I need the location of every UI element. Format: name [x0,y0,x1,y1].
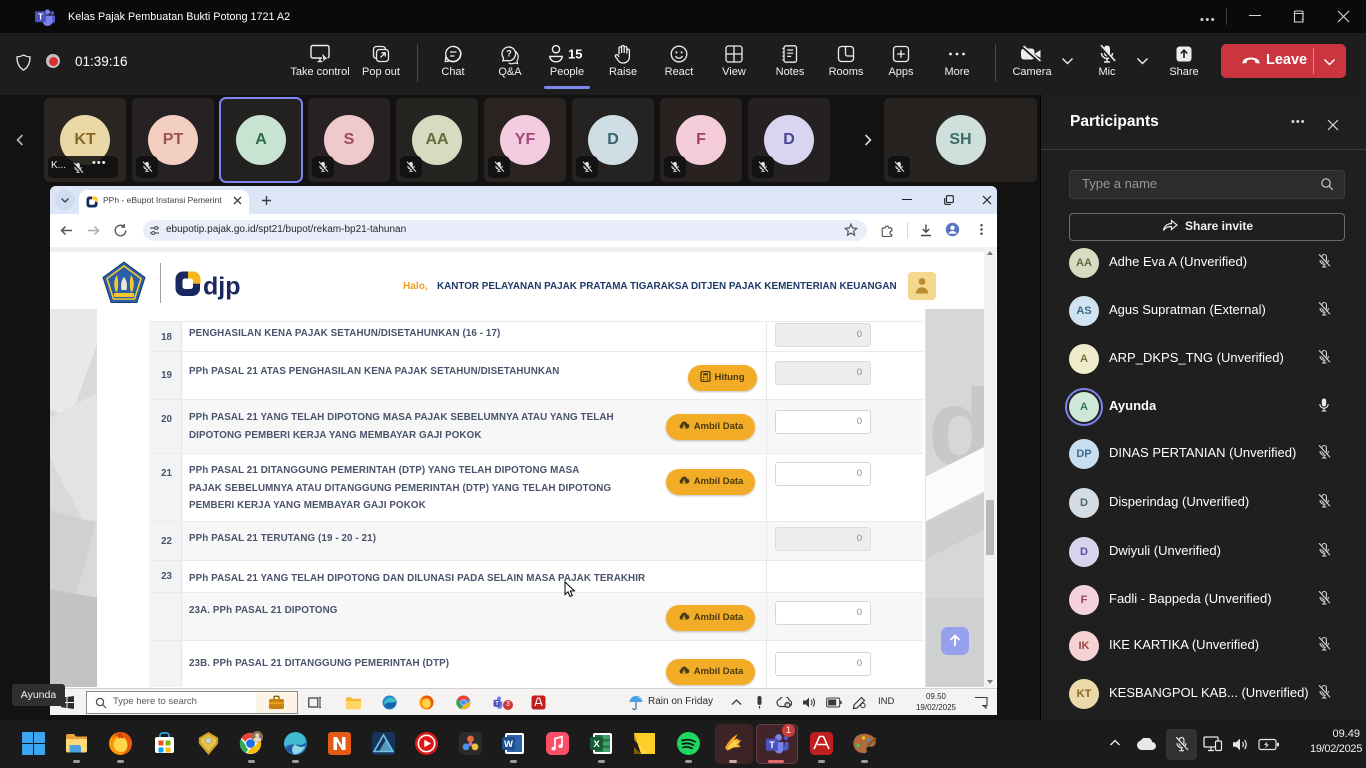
svg-text:15: 15 [568,47,582,62]
svg-text:X: X [593,739,600,750]
svg-text:⊙: ⊙ [785,703,790,708]
svg-text:?: ? [506,49,512,59]
svg-text:djp: djp [203,273,241,301]
svg-text:W: W [504,739,513,750]
svg-text:T: T [38,12,44,22]
svg-text:T: T [769,740,775,750]
